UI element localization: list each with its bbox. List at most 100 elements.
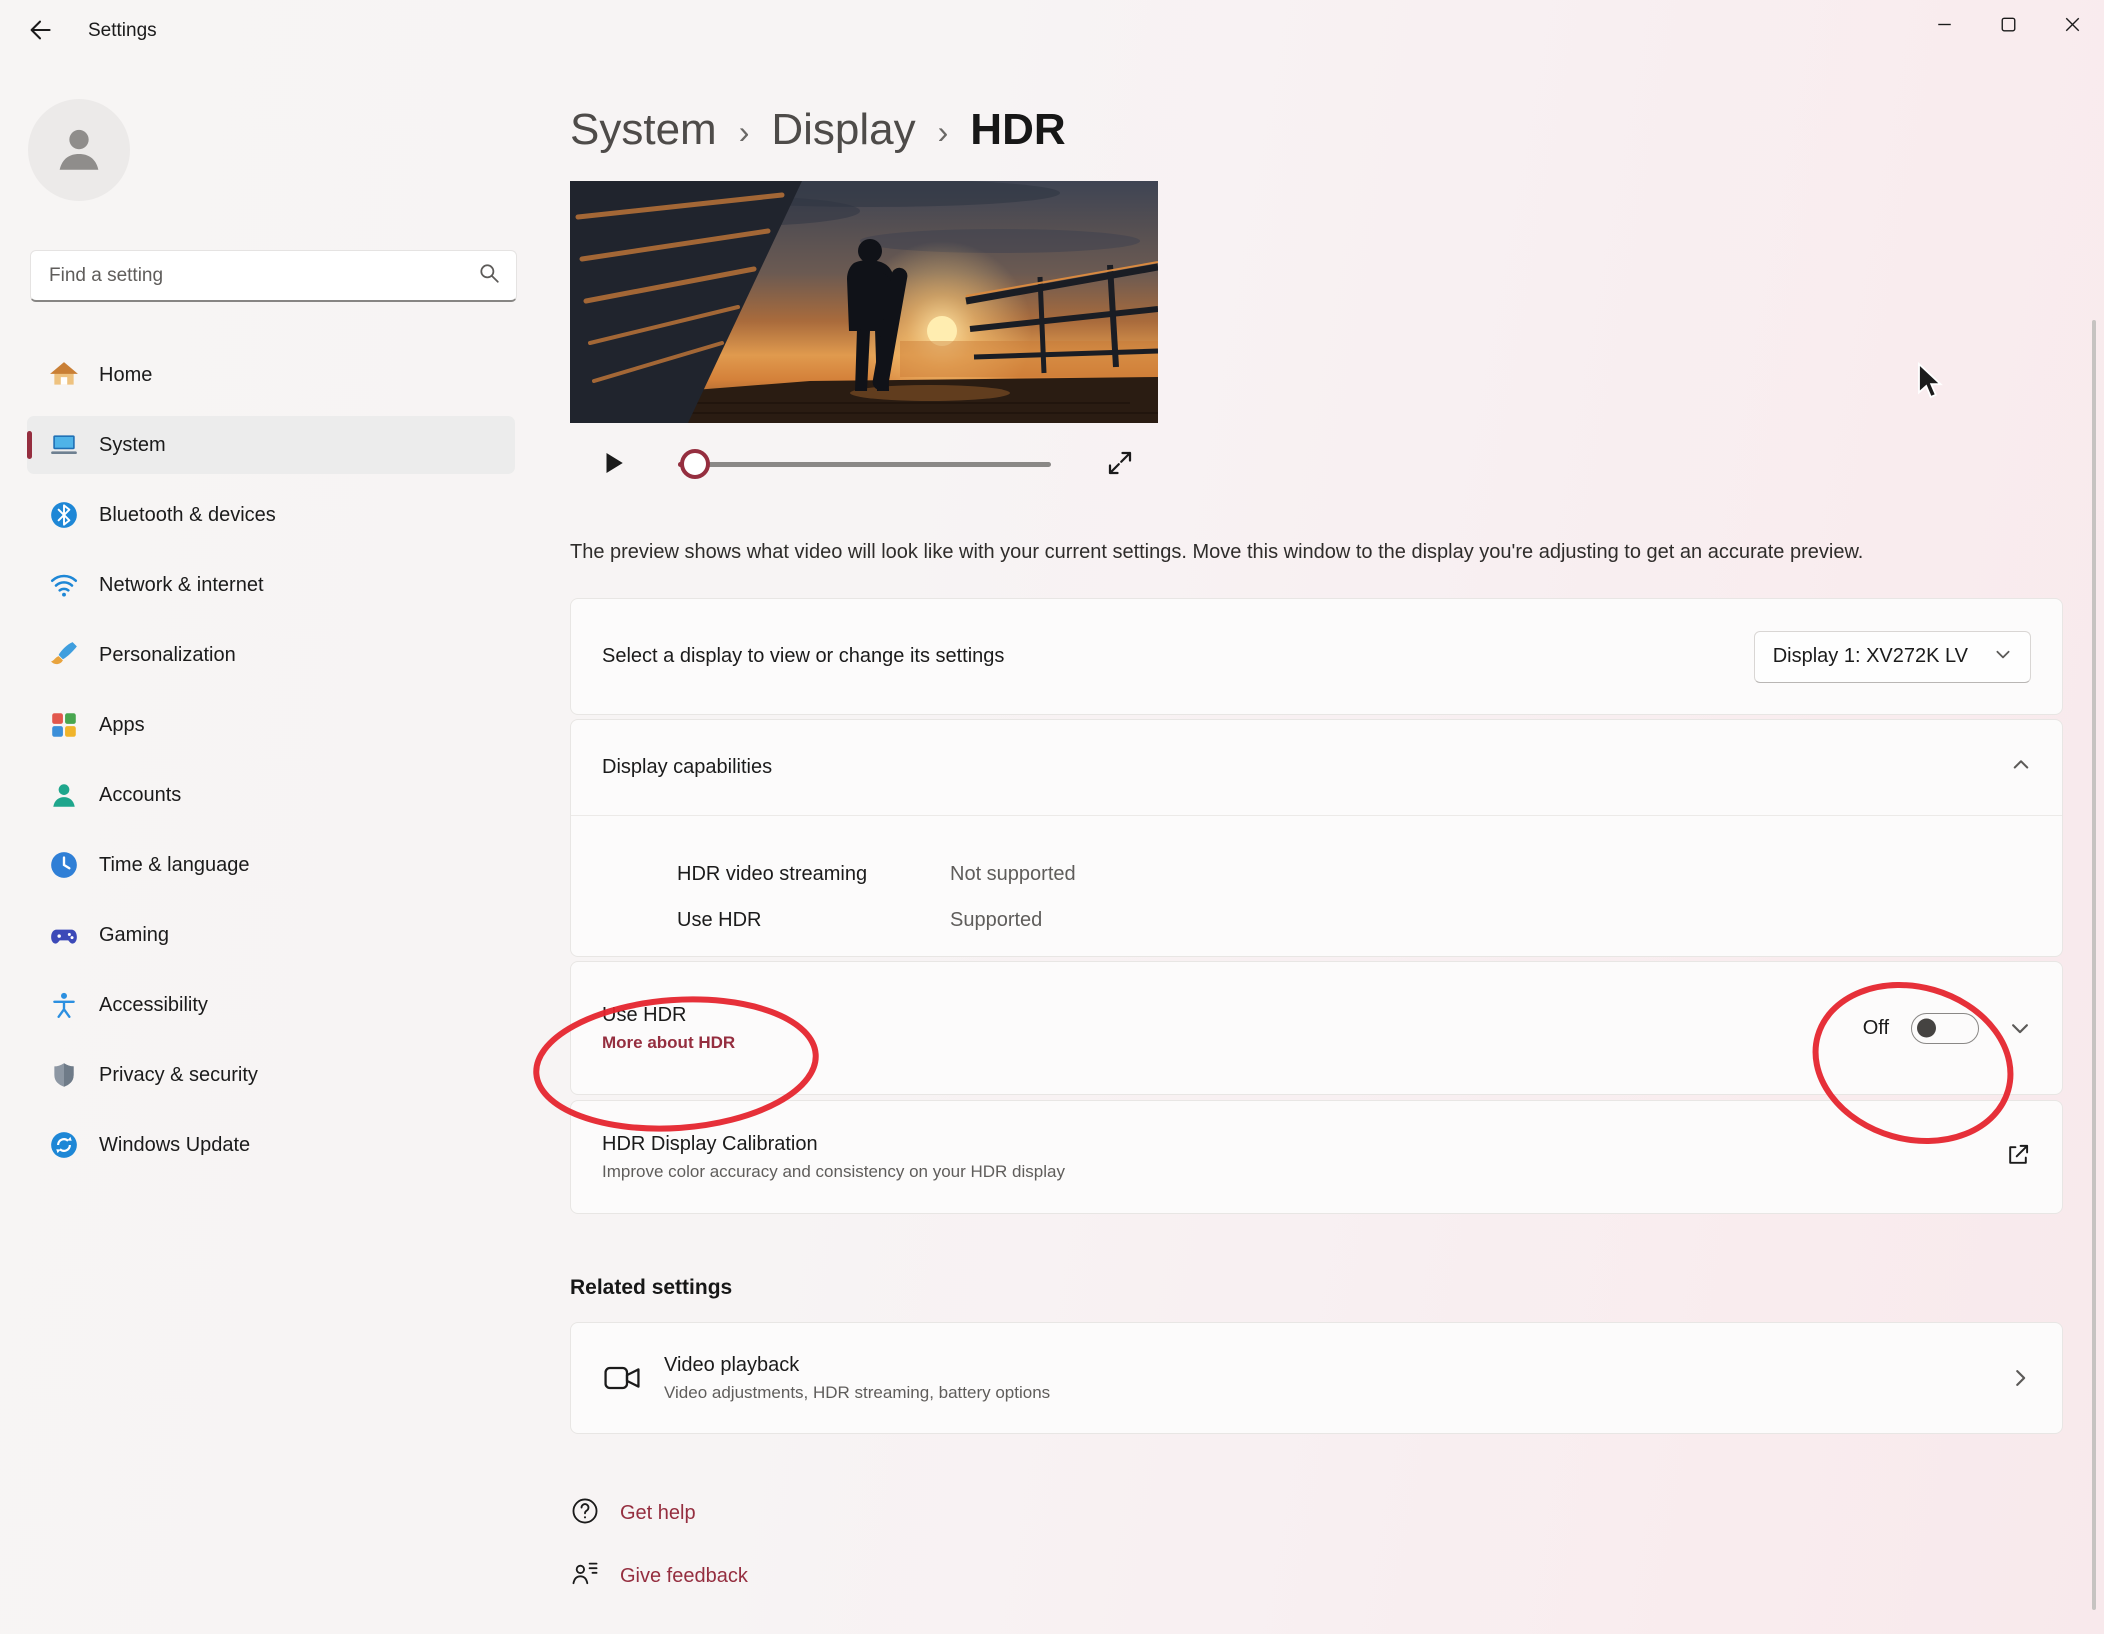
search-icon <box>478 262 500 289</box>
related-settings-header: Related settings <box>570 1276 733 1299</box>
brush-icon <box>49 640 79 670</box>
sidebar-item-bluetooth[interactable]: Bluetooth & devices <box>27 486 515 544</box>
breadcrumb-separator-icon: › <box>937 114 949 150</box>
page-title-hdr: HDR <box>970 105 1066 154</box>
sidebar-item-windows-update[interactable]: Windows Update <box>27 1116 515 1174</box>
home-icon <box>49 360 79 390</box>
sidebar-item-label: Privacy & security <box>99 1063 258 1086</box>
wifi-icon <box>49 570 79 600</box>
display-select-dropdown[interactable]: Display 1: XV272K LV <box>1753 630 2031 683</box>
minimize-button[interactable] <box>1912 0 1976 52</box>
apps-grid-icon <box>49 710 79 740</box>
close-button[interactable] <box>2040 0 2104 52</box>
sidebar-item-network[interactable]: Network & internet <box>27 556 515 614</box>
hdr-video-preview <box>570 181 1158 423</box>
chevron-right-icon <box>2009 1367 2031 1389</box>
display-capabilities-card: Display capabilities HDR video streaming… <box>570 719 2063 957</box>
video-playback-subtitle: Video adjustments, HDR streaming, batter… <box>664 1382 1051 1402</box>
chevron-down-icon[interactable] <box>2009 1017 2031 1039</box>
play-icon <box>599 452 629 481</box>
video-playback-card[interactable]: Video playback Video adjustments, HDR st… <box>570 1322 2063 1434</box>
video-playback-title: Video playback <box>664 1353 800 1376</box>
sidebar-item-time-language[interactable]: Time & language <box>27 836 515 894</box>
hdr-calibration-card[interactable]: HDR Display Calibration Improve color ac… <box>570 1100 2063 1214</box>
chevron-down-icon <box>1994 645 2012 669</box>
sidebar-item-label: Windows Update <box>99 1133 251 1156</box>
display-select-label: Select a display to view or change its s… <box>602 645 1005 667</box>
use-hdr-title: Use HDR <box>602 1003 687 1026</box>
use-hdr-toggle[interactable] <box>1911 1012 1979 1044</box>
sidebar-item-apps[interactable]: Apps <box>27 696 515 754</box>
capability-row-hdr-streaming: HDR video streaming Not supported <box>677 851 2031 897</box>
chevron-up-icon <box>2011 755 2031 780</box>
sidebar-item-accessibility[interactable]: Accessibility <box>27 976 515 1034</box>
scrollbar[interactable] <box>2092 320 2096 1610</box>
close-icon <box>2065 17 2080 35</box>
capability-value: Supported <box>950 908 1043 931</box>
video-controls <box>570 433 1158 497</box>
toggle-knob <box>1917 1018 1936 1038</box>
sidebar-item-label: Network & internet <box>99 573 264 596</box>
sidebar-item-label: Personalization <box>99 643 236 666</box>
hdr-calibration-subtitle: Improve color accuracy and consistency o… <box>602 1161 1065 1181</box>
use-hdr-toggle-group: Off <box>1862 1012 2031 1044</box>
play-button[interactable] <box>597 447 631 481</box>
bluetooth-icon <box>49 500 79 530</box>
feedback-icon <box>570 1559 600 1594</box>
video-camera-icon <box>602 1358 642 1398</box>
titlebar: Settings <box>0 0 2104 62</box>
display-select-card: Select a display to view or change its s… <box>570 598 2063 715</box>
display-select-value: Display 1: XV272K LV <box>1772 645 1968 667</box>
seek-slider[interactable] <box>678 449 1051 479</box>
sidebar-item-label: Home <box>99 363 153 386</box>
breadcrumb-display[interactable]: Display <box>771 105 915 155</box>
back-button[interactable] <box>16 10 64 52</box>
person-icon <box>50 119 108 182</box>
minimize-icon <box>1937 17 1952 35</box>
accounts-person-icon <box>49 780 79 810</box>
hdr-calibration-title: HDR Display Calibration <box>602 1132 818 1155</box>
maximize-icon <box>2001 17 2016 35</box>
give-feedback-label: Give feedback <box>620 1565 748 1587</box>
maximize-button[interactable] <box>1976 0 2040 52</box>
sidebar-item-privacy[interactable]: Privacy & security <box>27 1046 515 1104</box>
breadcrumb-separator-icon: › <box>738 114 750 150</box>
sidebar: Home System Bluetooth & devices Network … <box>0 62 517 1634</box>
seek-knob[interactable] <box>680 449 710 479</box>
fullscreen-icon <box>1105 451 1135 481</box>
sidebar-item-gaming[interactable]: Gaming <box>27 906 515 964</box>
user-avatar[interactable] <box>28 99 130 201</box>
give-feedback-link[interactable]: Give feedback <box>570 1559 748 1594</box>
search-box <box>30 250 517 302</box>
capability-name: Use HDR <box>677 908 762 931</box>
system-icon <box>49 430 79 460</box>
sidebar-item-label: Accounts <box>99 783 182 806</box>
update-arrows-icon <box>49 1130 79 1160</box>
search-input[interactable] <box>47 263 478 288</box>
sidebar-item-system[interactable]: System <box>27 416 515 474</box>
sidebar-item-personalization[interactable]: Personalization <box>27 626 515 684</box>
sidebar-nav: Home System Bluetooth & devices Network … <box>27 346 515 1186</box>
capability-row-use-hdr: Use HDR Supported <box>677 897 2031 943</box>
sidebar-item-accounts[interactable]: Accounts <box>27 766 515 824</box>
get-help-link[interactable]: Get help <box>570 1496 696 1531</box>
gamepad-icon <box>49 920 79 950</box>
help-icon <box>570 1496 600 1531</box>
toggle-state-label: Off <box>1862 1016 1889 1039</box>
preview-description: The preview shows what video will look l… <box>570 541 1864 563</box>
sidebar-item-home[interactable]: Home <box>27 346 515 404</box>
sidebar-item-label: Gaming <box>99 923 170 946</box>
sidebar-item-label: System <box>99 433 166 456</box>
display-capabilities-header[interactable]: Display capabilities <box>571 720 2062 816</box>
more-about-hdr-link[interactable]: More about HDR <box>602 1033 735 1053</box>
capability-value: Not supported <box>950 862 1076 885</box>
breadcrumb-system[interactable]: System <box>570 105 717 155</box>
clock-icon <box>49 850 79 880</box>
sidebar-item-label: Bluetooth & devices <box>99 503 276 526</box>
sidebar-item-label: Time & language <box>99 853 250 876</box>
window-title: Settings <box>88 20 157 41</box>
use-hdr-card: Use HDR More about HDR Off <box>570 961 2063 1095</box>
display-capabilities-rows: HDR video streaming Not supported Use HD… <box>571 816 2062 943</box>
get-help-label: Get help <box>620 1502 696 1524</box>
fullscreen-button[interactable] <box>1103 447 1137 481</box>
